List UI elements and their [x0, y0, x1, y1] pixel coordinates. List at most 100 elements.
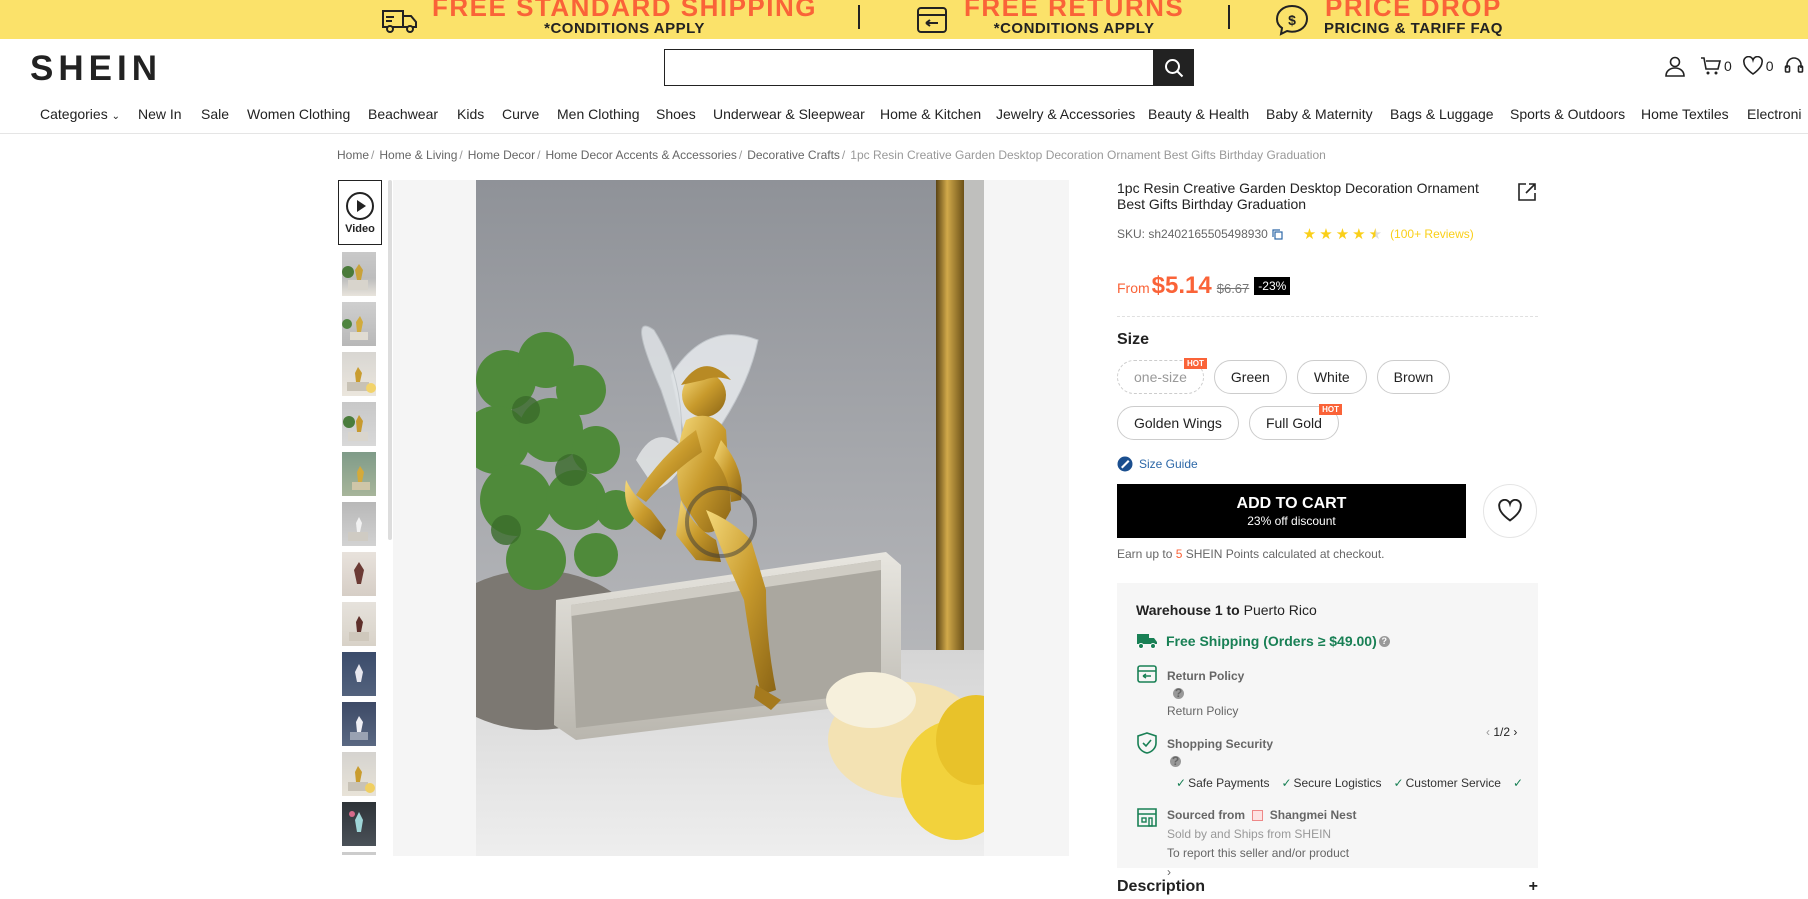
help-icon[interactable]: ? — [1378, 635, 1390, 647]
warehouse-label: Warehouse 1 to — [1136, 602, 1240, 618]
security-pager: ‹ 1/2 › — [1486, 725, 1517, 739]
thumbnail-image[interactable] — [342, 352, 376, 396]
cart-row: ADD TO CART 23% off discount — [1117, 484, 1538, 538]
nav-item-new-in[interactable]: New In — [138, 106, 182, 122]
from-label: From — [1117, 280, 1150, 296]
security-title: Shopping Security — [1167, 737, 1274, 751]
user-icon — [1665, 56, 1685, 77]
thumbnail-image[interactable] — [342, 652, 376, 696]
nav-item-men-clothing[interactable]: Men Clothing — [557, 106, 640, 122]
breadcrumb-decor-accents[interactable]: Home Decor Accents & Accessories — [545, 148, 736, 162]
help-icon[interactable]: ? — [1173, 687, 1184, 699]
nav-item-baby-maternity[interactable]: Baby & Maternity — [1266, 106, 1373, 122]
seller-name[interactable]: Shangmei Nest — [1270, 808, 1357, 822]
nav-item-home-kitchen[interactable]: Home & Kitchen — [880, 106, 981, 122]
nav-item-categories[interactable]: Categories ⌄ — [40, 106, 120, 122]
return-policy-row[interactable]: Return Policy? Return Policy — [1136, 664, 1518, 718]
chevron-left-icon[interactable]: ‹ — [1486, 725, 1490, 739]
product-title: 1pc Resin Creative Garden Desktop Decora… — [1117, 180, 1479, 212]
header-icons: 0 0 — [1664, 55, 1804, 77]
option-label: Golden Wings — [1134, 415, 1222, 431]
breadcrumb-decorative-crafts[interactable]: Decorative Crafts — [747, 148, 840, 162]
size-option-golden-wings[interactable]: Golden Wings — [1117, 406, 1239, 440]
cart-button[interactable]: 0 — [1700, 55, 1732, 77]
search-button[interactable] — [1154, 49, 1194, 86]
free-shipping-row: Free Shipping (Orders ≥ $49.00)? — [1136, 632, 1518, 650]
nav-item-home-textiles[interactable]: Home Textiles — [1641, 106, 1729, 122]
thumbnail-image[interactable] — [342, 402, 376, 446]
reviews-link[interactable]: (100+ Reviews) — [1390, 227, 1474, 241]
nav-item-curve[interactable]: Curve — [502, 106, 539, 122]
promo-free-returns[interactable]: FREE RETURNS *CONDITIONS APPLY — [912, 0, 1184, 39]
half-star-icon: ★ — [1368, 226, 1383, 243]
expand-icon[interactable]: + — [1529, 878, 1538, 896]
chevron-right-icon[interactable]: › — [1513, 725, 1517, 739]
thumbnail-image[interactable] — [342, 802, 376, 846]
star-icon: ★ — [1319, 226, 1333, 243]
nav-item-sale[interactable]: Sale — [201, 106, 229, 122]
size-option-green[interactable]: Green — [1213, 360, 1287, 394]
description-header[interactable]: Description + — [1117, 878, 1538, 896]
current-price: $5.14 — [1151, 272, 1212, 299]
promo-sub-text: *CONDITIONS APPLY — [544, 19, 705, 37]
svg-text:$: $ — [1288, 12, 1296, 28]
nav-item-sports-outdoors[interactable]: Sports & Outdoors — [1510, 106, 1625, 122]
size-option-brown[interactable]: Brown — [1376, 360, 1451, 394]
shein-logo[interactable]: SHEIN — [30, 49, 162, 89]
nav-item-electronics[interactable]: Electroni — [1747, 106, 1801, 122]
size-option-one-size[interactable]: one-size HOT — [1117, 358, 1207, 394]
ruler-icon — [1117, 456, 1133, 472]
search-box[interactable] — [664, 49, 1154, 86]
size-option-white[interactable]: White — [1296, 360, 1367, 394]
promo-main-text: FREE STANDARD SHIPPING — [432, 0, 817, 22]
thumbnail-image[interactable] — [342, 852, 376, 855]
thumbnail-image[interactable] — [342, 452, 376, 496]
thumbnail-image[interactable] — [342, 302, 376, 346]
thumbnail-image[interactable] — [342, 702, 376, 746]
search-input[interactable] — [665, 50, 1153, 85]
nav-item-bags-luggage[interactable]: Bags & Luggage — [1390, 106, 1494, 122]
thumbnail-image[interactable] — [342, 552, 376, 596]
nav-item-shoes[interactable]: Shoes — [656, 106, 696, 122]
category-nav: Categories ⌄ New In Sale Women Clothing … — [0, 100, 1808, 134]
thumbnail-scrollbar[interactable] — [388, 180, 392, 540]
chevron-down-icon: ⌄ — [111, 111, 120, 122]
main-product-image[interactable] — [393, 180, 1069, 856]
nav-item-jewelry-accessories[interactable]: Jewelry & Accessories — [996, 106, 1135, 122]
nav-item-underwear-sleepwear[interactable]: Underwear & Sleepwear — [713, 106, 865, 122]
nav-item-kids[interactable]: Kids — [457, 106, 484, 122]
help-icon[interactable]: ? — [1170, 755, 1181, 767]
video-thumbnail[interactable]: Video — [338, 180, 382, 245]
support-button[interactable] — [1784, 56, 1804, 76]
breadcrumb-home-living[interactable]: Home & Living — [379, 148, 457, 162]
breadcrumb-home[interactable]: Home — [337, 148, 369, 162]
nav-item-beachwear[interactable]: Beachwear — [368, 106, 438, 122]
sourced-label: Sourced from — [1167, 808, 1246, 822]
wishlist-button[interactable]: 0 — [1742, 56, 1774, 76]
size-option-full-gold[interactable]: Full Gold HOT — [1248, 404, 1342, 440]
sourced-row: Sourced from Shangmei Nest Sold by and S… — [1136, 806, 1518, 879]
destination[interactable]: Puerto Rico — [1244, 602, 1317, 618]
promo-price-drop[interactable]: $ PRICE DROP PRICING & TARIFF FAQ — [1272, 0, 1503, 39]
promo-free-shipping[interactable]: FREE STANDARD SHIPPING *CONDITIONS APPLY — [380, 0, 817, 39]
report-link[interactable]: To report this seller and/or product › — [1167, 846, 1357, 879]
account-button[interactable] — [1664, 55, 1686, 77]
save-to-wishlist-button[interactable] — [1483, 484, 1537, 538]
copy-icon[interactable] — [1272, 228, 1283, 240]
search-icon — [1165, 58, 1184, 77]
share-button[interactable] — [1517, 182, 1537, 207]
nav-item-beauty-health[interactable]: Beauty & Health — [1148, 106, 1249, 122]
breadcrumb-home-decor[interactable]: Home Decor — [468, 148, 535, 162]
return-policy-sub[interactable]: Return Policy — [1167, 704, 1244, 718]
add-to-cart-button[interactable]: ADD TO CART 23% off discount — [1117, 484, 1466, 538]
thumbnail-image[interactable] — [342, 252, 376, 296]
thumbnail-image[interactable] — [342, 752, 376, 796]
thumbnail-image[interactable] — [342, 602, 376, 646]
nav-item-women-clothing[interactable]: Women Clothing — [247, 106, 350, 122]
rating-stars[interactable]: ★ ★ ★ ★ ★ — [1303, 225, 1382, 243]
thumbnail-image[interactable] — [342, 502, 376, 546]
size-guide-link[interactable]: Size Guide — [1117, 456, 1538, 472]
shopping-security-row: Shopping Security? — [1136, 732, 1518, 767]
store-icon — [1137, 808, 1157, 827]
breadcrumb-separator: / — [371, 148, 375, 162]
